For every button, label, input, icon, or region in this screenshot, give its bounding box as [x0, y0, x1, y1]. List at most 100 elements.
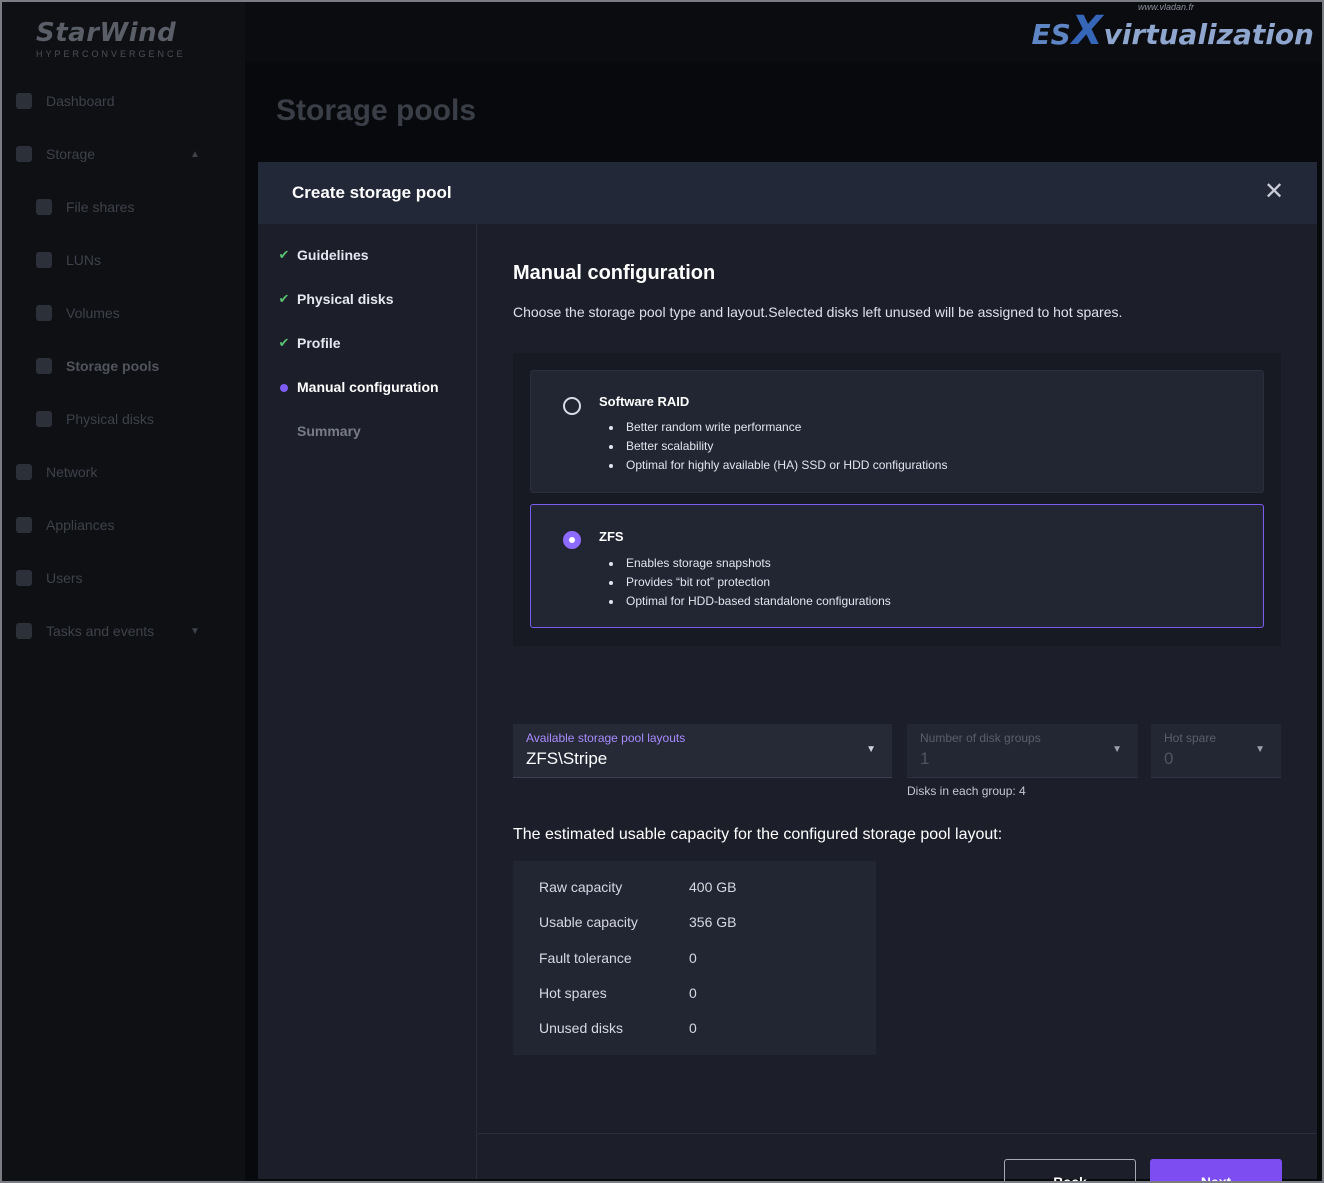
sidebar-item-label: LUNs — [66, 252, 102, 268]
sidebar-item-dashboard[interactable]: Dashboard — [16, 89, 115, 113]
storage-pool-layout-select[interactable]: Available storage pool layouts ZFS\Strip… — [513, 724, 892, 778]
sidebar-item-appliances[interactable]: Appliances — [16, 513, 115, 537]
capacity-key: Usable capacity — [539, 914, 638, 930]
current-step-dot-icon — [277, 380, 291, 395]
chevron-down-icon: ▼ — [1112, 744, 1122, 755]
radio-button-selected[interactable] — [563, 531, 581, 549]
watermark-part-2: X — [1071, 8, 1103, 54]
sidebar-item-label: Volumes — [66, 305, 120, 321]
step-guidelines[interactable]: ✔ Guidelines — [277, 245, 369, 265]
watermark-part-3: virtualization — [1103, 18, 1314, 51]
section-description: Choose the storage pool type and layout.… — [513, 304, 1123, 320]
sidebar-item-label: File shares — [66, 199, 135, 215]
sidebar: StarWind HYPERCONVERGENCE Dashboard Stor… — [0, 0, 245, 1183]
sidebar-item-label: Tasks and events — [46, 623, 155, 639]
check-icon: ✔ — [278, 335, 290, 350]
check-icon: ✔ — [278, 291, 290, 306]
disk-groups-select: Number of disk groups 1 ▼ — [907, 724, 1138, 778]
sidebar-item-label: Storage pools — [66, 358, 160, 374]
storage-icon — [16, 146, 32, 162]
capacity-key: Hot spares — [539, 985, 607, 1001]
pool-type-title: ZFS — [599, 529, 624, 544]
capacity-value: 356 GB — [689, 914, 737, 930]
sidebar-item-tasks-and-events[interactable]: Tasks and events ▼ — [16, 619, 216, 643]
sidebar-item-label: Storage — [46, 146, 96, 162]
step-manual-configuration[interactable]: Manual configuration — [277, 377, 439, 397]
capacity-value: 0 — [689, 985, 697, 1001]
sidebar-item-label: Physical disks — [66, 411, 154, 427]
select-label: Hot spare — [1164, 731, 1217, 745]
top-bar: www.vladan.fr ES X virtualization — [245, 0, 1324, 62]
dialog-header: Create storage pool ✕ — [258, 162, 1317, 224]
step-physical-disks[interactable]: ✔ Physical disks — [277, 289, 394, 309]
list-item: Better random write performance — [608, 418, 947, 437]
luns-icon — [36, 252, 52, 268]
dialog-title: Create storage pool — [292, 183, 452, 202]
pool-type-panel: Software RAID Better random write perfor… — [513, 353, 1281, 646]
tasks-icon — [16, 623, 32, 639]
capacity-table: Raw capacity 400 GB Usable capacity 356 … — [513, 861, 876, 1055]
sidebar-item-volumes[interactable]: Volumes — [36, 301, 120, 325]
watermark-logo: ES X virtualization — [1031, 8, 1314, 54]
volumes-icon — [36, 305, 52, 321]
pool-type-software-raid[interactable]: Software RAID Better random write perfor… — [530, 370, 1264, 493]
chevron-up-icon: ▲ — [190, 148, 200, 160]
capacity-key: Unused disks — [539, 1020, 624, 1036]
pool-type-features: Enables storage snapshots Provides “bit … — [609, 554, 891, 611]
next-button[interactable]: Next — [1150, 1159, 1282, 1183]
brand-logo: StarWind HYPERCONVERGENCE — [36, 18, 186, 59]
pool-type-features: Better random write performance Better s… — [608, 418, 947, 475]
appliances-icon — [16, 517, 32, 533]
brand-subtitle: HYPERCONVERGENCE — [36, 49, 186, 59]
select-label: Number of disk groups — [920, 731, 1041, 745]
file-shares-icon — [36, 199, 52, 215]
pool-type-title: Software RAID — [599, 394, 690, 409]
close-icon[interactable]: ✕ — [1263, 180, 1285, 204]
sidebar-item-storage[interactable]: Storage ▲ — [16, 142, 216, 166]
capacity-row: Hot spares 0 — [539, 985, 697, 1001]
sidebar-item-storage-pools[interactable]: Storage pools — [36, 354, 159, 378]
sidebar-item-users[interactable]: Users — [16, 566, 83, 590]
sidebar-item-luns[interactable]: LUNs — [36, 248, 101, 272]
storage-pools-icon — [36, 358, 52, 374]
capacity-row: Raw capacity 400 GB — [539, 879, 736, 895]
brand-name: StarWind — [36, 18, 177, 48]
wizard-steps: ✔ Guidelines ✔ Physical disks ✔ Profile … — [258, 224, 477, 1179]
capacity-row: Fault tolerance 0 — [539, 950, 697, 966]
users-icon — [16, 570, 32, 586]
step-label: Manual configuration — [297, 379, 439, 395]
chevron-down-icon: ▼ — [866, 744, 876, 755]
page-title: Storage pools — [276, 94, 477, 127]
pool-type-zfs[interactable]: ZFS Enables storage snapshots Provides “… — [530, 504, 1264, 628]
disks-per-group-hint: Disks in each group: 4 — [907, 784, 1026, 798]
list-item: Better scalability — [608, 437, 947, 456]
capacity-title: The estimated usable capacity for the co… — [513, 826, 1003, 843]
hot-spare-select: Hot spare 0 ▼ — [1151, 724, 1281, 778]
step-label: Profile — [297, 335, 341, 351]
capacity-row: Usable capacity 356 GB — [539, 914, 736, 930]
check-icon: ✔ — [278, 247, 290, 262]
back-button[interactable]: Back — [1004, 1159, 1136, 1183]
chevron-down-icon: ▼ — [190, 625, 200, 637]
list-item: Optimal for highly available (HA) SSD or… — [608, 456, 947, 475]
capacity-value: 0 — [689, 950, 697, 966]
sidebar-item-label: Appliances — [46, 517, 115, 533]
step-profile[interactable]: ✔ Profile — [277, 333, 341, 353]
capacity-key: Fault tolerance — [539, 950, 632, 966]
select-value: 1 — [920, 749, 930, 768]
list-item: Enables storage snapshots — [609, 554, 891, 573]
capacity-row: Unused disks 0 — [539, 1020, 697, 1036]
select-value: 0 — [1164, 749, 1174, 768]
list-item: Optimal for HDD-based standalone configu… — [609, 592, 891, 611]
section-title: Manual configuration — [513, 262, 716, 284]
radio-button[interactable] — [563, 397, 581, 415]
sidebar-item-network[interactable]: Network — [16, 460, 97, 484]
watermark-part-1: ES — [1031, 18, 1071, 51]
chevron-down-icon: ▼ — [1255, 744, 1265, 755]
create-storage-pool-dialog: Create storage pool ✕ ✔ Guidelines ✔ Phy… — [258, 162, 1317, 1183]
sidebar-item-physical-disks[interactable]: Physical disks — [36, 407, 154, 431]
step-label: Guidelines — [297, 247, 369, 263]
capacity-value: 0 — [689, 1020, 697, 1036]
sidebar-item-label: Users — [46, 570, 83, 586]
sidebar-item-file-shares[interactable]: File shares — [36, 195, 134, 219]
